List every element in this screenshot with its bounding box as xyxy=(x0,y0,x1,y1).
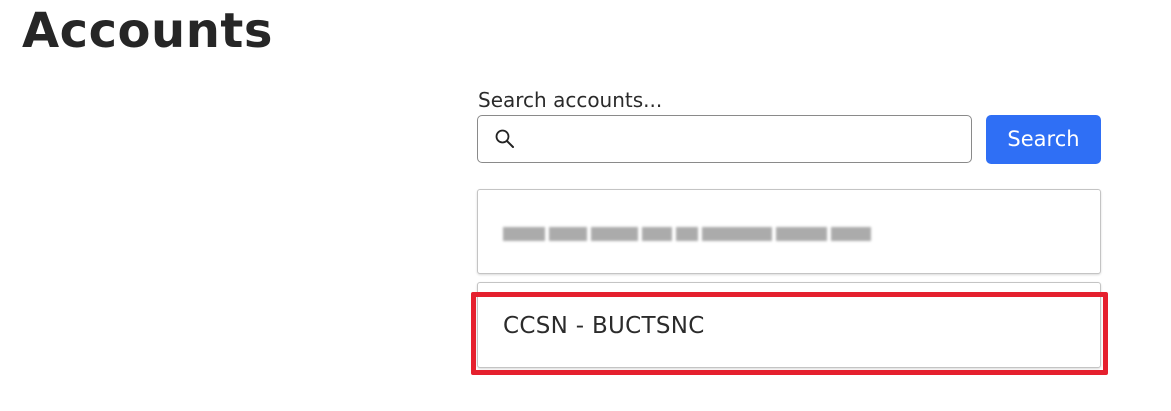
account-result-item[interactable] xyxy=(477,189,1101,274)
search-button[interactable]: Search xyxy=(986,115,1101,164)
search-icon xyxy=(494,128,516,150)
search-field[interactable] xyxy=(477,115,972,163)
account-result-item[interactable]: CCSN - BUCTSNC xyxy=(477,282,1101,368)
search-label: Search accounts... xyxy=(478,88,663,112)
redacted-account-name xyxy=(503,224,872,244)
accounts-page: Accounts Search accounts... Search CCSN … xyxy=(0,0,1171,411)
search-input[interactable] xyxy=(524,116,964,162)
page-title: Accounts xyxy=(22,3,273,59)
account-result-label: CCSN - BUCTSNC xyxy=(503,313,705,339)
